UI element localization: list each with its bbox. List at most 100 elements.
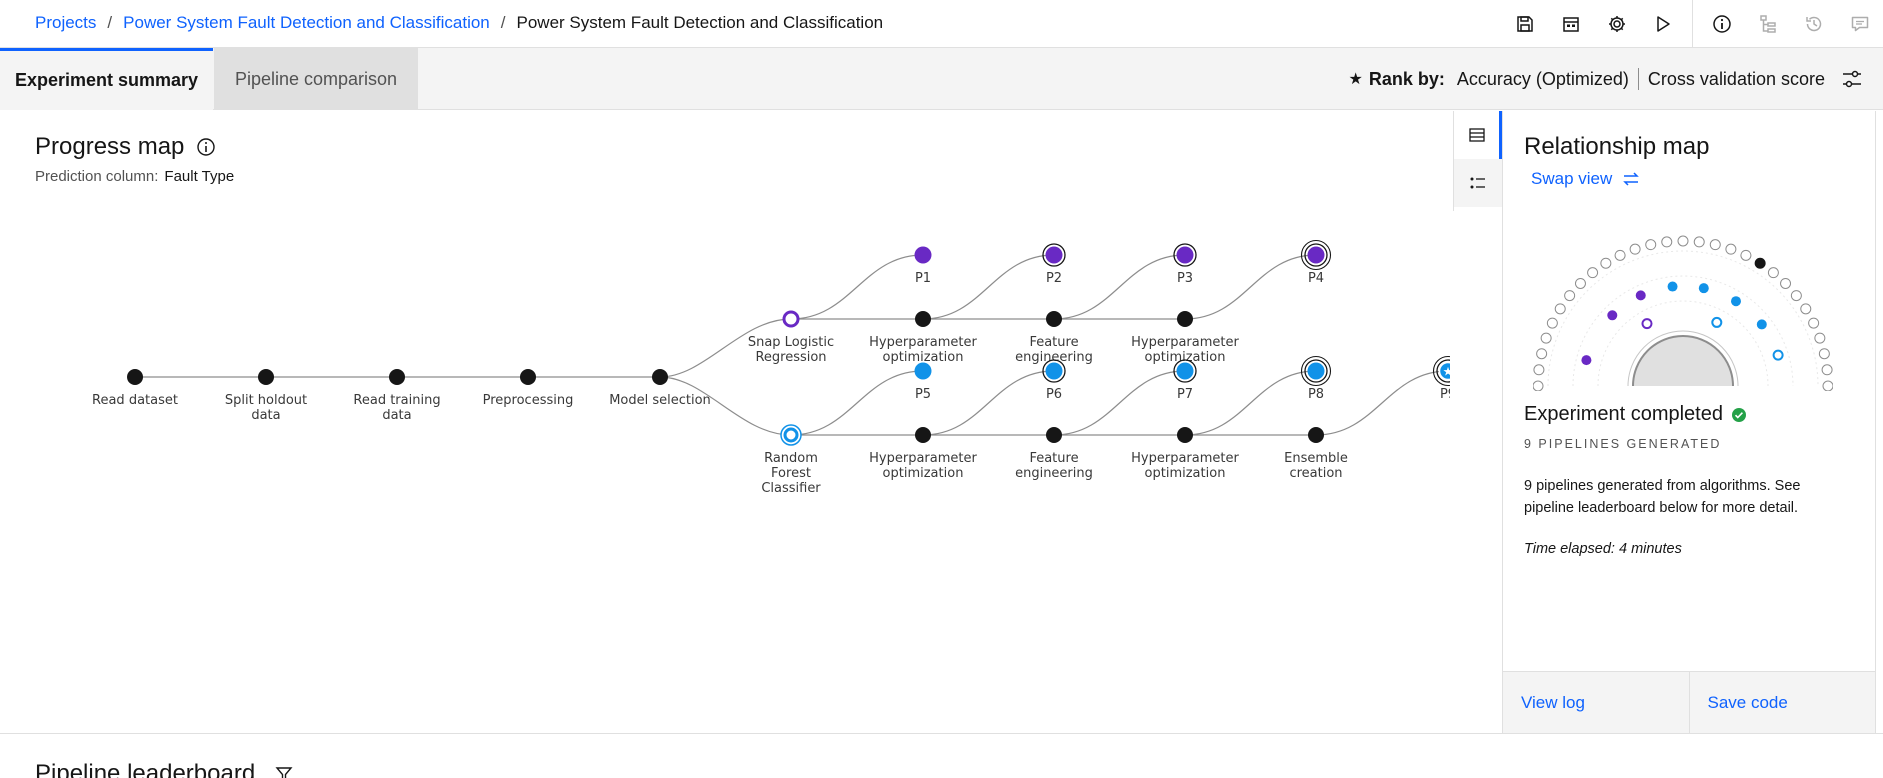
pipeline-step-node[interactable]	[1177, 427, 1193, 443]
swap-arrows-icon	[1623, 172, 1640, 186]
settings-button[interactable]	[1602, 9, 1632, 39]
comment-button[interactable]	[1845, 9, 1875, 39]
breadcrumb-current: Power System Fault Detection and Classif…	[516, 13, 884, 32]
calendar-icon	[1563, 16, 1579, 32]
breadcrumb-projects-link[interactable]: Projects	[35, 13, 96, 33]
info-icon	[1713, 14, 1731, 33]
breadcrumb-separator: /	[107, 13, 113, 32]
algorithm-label: Random	[764, 451, 818, 466]
list-view-button[interactable]	[1454, 159, 1502, 207]
step-label: Model selection	[609, 393, 711, 408]
relationship-footer: View log Save code	[1503, 671, 1875, 733]
pipeline-node[interactable]	[1045, 362, 1063, 380]
info-icon[interactable]	[196, 137, 216, 157]
save-code-button[interactable]: Save code	[1688, 672, 1876, 733]
pipeline-step-node[interactable]	[915, 311, 931, 327]
pipeline-step-node[interactable]	[389, 369, 405, 385]
save-button[interactable]	[1510, 9, 1540, 39]
radial-pipeline-dot	[1607, 310, 1618, 321]
graph-view-button[interactable]	[1454, 111, 1502, 159]
radial-feature-dot	[1822, 380, 1833, 391]
step-label: Split holdout	[225, 393, 307, 408]
view-log-button[interactable]: View log	[1503, 672, 1689, 733]
radial-feature-dot	[1600, 257, 1612, 269]
filter-icon[interactable]	[275, 765, 293, 778]
comment-icon	[1851, 16, 1869, 31]
step-label: Preprocessing	[483, 393, 574, 408]
algorithm-label: Forest	[771, 466, 811, 481]
rank-score[interactable]: Cross validation score	[1648, 69, 1825, 90]
radial-feature-dot	[1754, 257, 1766, 269]
step-label: optimization	[1145, 466, 1226, 481]
step-label: Hyperparameter	[1131, 451, 1239, 466]
pipeline-node[interactable]	[914, 246, 932, 264]
history-icon	[1806, 16, 1822, 31]
radial-marks	[1533, 235, 1833, 391]
radial-feature-dot	[1661, 236, 1673, 248]
tab-experiment-summary[interactable]: Experiment summary	[0, 48, 213, 110]
radial-feature-dot	[1587, 267, 1599, 279]
radial-feature-dot	[1629, 243, 1641, 255]
pipeline-node[interactable]	[1307, 362, 1325, 380]
tab-pipeline-comparison[interactable]: Pipeline comparison	[214, 48, 418, 110]
info-button[interactable]	[1707, 9, 1737, 39]
radial-feature-dot	[1546, 317, 1558, 329]
radial-pipeline-dot	[1667, 281, 1678, 292]
step-label: Read training	[353, 393, 440, 408]
radial-pipeline-dot	[1641, 318, 1653, 330]
pipeline-edge	[1184, 254, 1317, 320]
prediction-label: Prediction column:	[35, 168, 159, 185]
radial-pipeline-dot	[1730, 296, 1741, 307]
pipeline-node[interactable]	[1045, 246, 1063, 264]
pipeline-step-node[interactable]	[652, 369, 668, 385]
pipeline-step-node[interactable]	[1308, 427, 1324, 443]
time-elapsed: Time elapsed: 4 minutes	[1524, 541, 1682, 557]
run-button[interactable]	[1648, 9, 1678, 39]
pipeline-step-node[interactable]	[127, 369, 143, 385]
breadcrumb-separator: /	[500, 13, 506, 32]
algorithm-node[interactable]	[782, 310, 800, 328]
pipeline-label: P8	[1308, 387, 1324, 402]
radial-feature-dot	[1554, 303, 1566, 315]
pipeline-label: P6	[1046, 387, 1062, 402]
pipeline-label: P3	[1177, 271, 1193, 286]
pipeline-step-node[interactable]	[520, 369, 536, 385]
pipeline-edge	[922, 370, 1055, 436]
algorithm-label: Regression	[755, 350, 826, 365]
radial-pipeline-dot	[1756, 319, 1767, 330]
step-label: optimization	[883, 466, 964, 481]
pipeline-node[interactable]	[914, 362, 932, 380]
rank-divider	[1637, 68, 1639, 90]
pipeline-step-node[interactable]	[1177, 311, 1193, 327]
pipeline-node[interactable]	[1307, 246, 1325, 264]
breadcrumb-project-link[interactable]: Power System Fault Detection and Classif…	[123, 13, 490, 33]
pipeline-node[interactable]	[1176, 246, 1194, 264]
radial-pipeline-dot	[1635, 290, 1646, 301]
radial-feature-dot	[1818, 348, 1830, 360]
radial-pipeline-dot	[1581, 355, 1592, 366]
settings-adjust-icon[interactable]	[1841, 68, 1863, 90]
pipeline-edge	[1053, 370, 1186, 436]
step-label: data	[382, 408, 411, 423]
pipelines-count: 9 PIPELINES GENERATED	[1524, 437, 1722, 451]
pipeline-step-node[interactable]	[915, 427, 931, 443]
history-button[interactable]	[1799, 9, 1829, 39]
pipeline-step-node[interactable]	[258, 369, 274, 385]
step-label: Feature	[1029, 451, 1078, 466]
swap-view-button[interactable]: Swap view	[1531, 169, 1640, 189]
step-label: Hyperparameter	[869, 335, 977, 350]
algorithm-node[interactable]	[783, 427, 799, 443]
step-label: Hyperparameter	[869, 451, 977, 466]
rank-metric[interactable]: Accuracy (Optimized)	[1457, 69, 1629, 90]
prediction-column: Prediction column: Fault Type	[35, 168, 234, 185]
step-label: Feature	[1029, 335, 1078, 350]
pipeline-node[interactable]	[1176, 362, 1194, 380]
hierarchy-button[interactable]	[1753, 9, 1783, 39]
progress-map-heading: Progress map	[35, 133, 185, 160]
top-bar: Projects / Power System Fault Detection …	[0, 0, 1883, 48]
rank-by-control[interactable]: ★ Rank by: Accuracy (Optimized) Cross va…	[1349, 48, 1864, 110]
calendar-button[interactable]	[1556, 9, 1586, 39]
pipeline-step-node[interactable]	[1046, 311, 1062, 327]
main-content: Progress map Prediction column: Fault Typ…	[0, 111, 1883, 733]
pipeline-step-node[interactable]	[1046, 427, 1062, 443]
